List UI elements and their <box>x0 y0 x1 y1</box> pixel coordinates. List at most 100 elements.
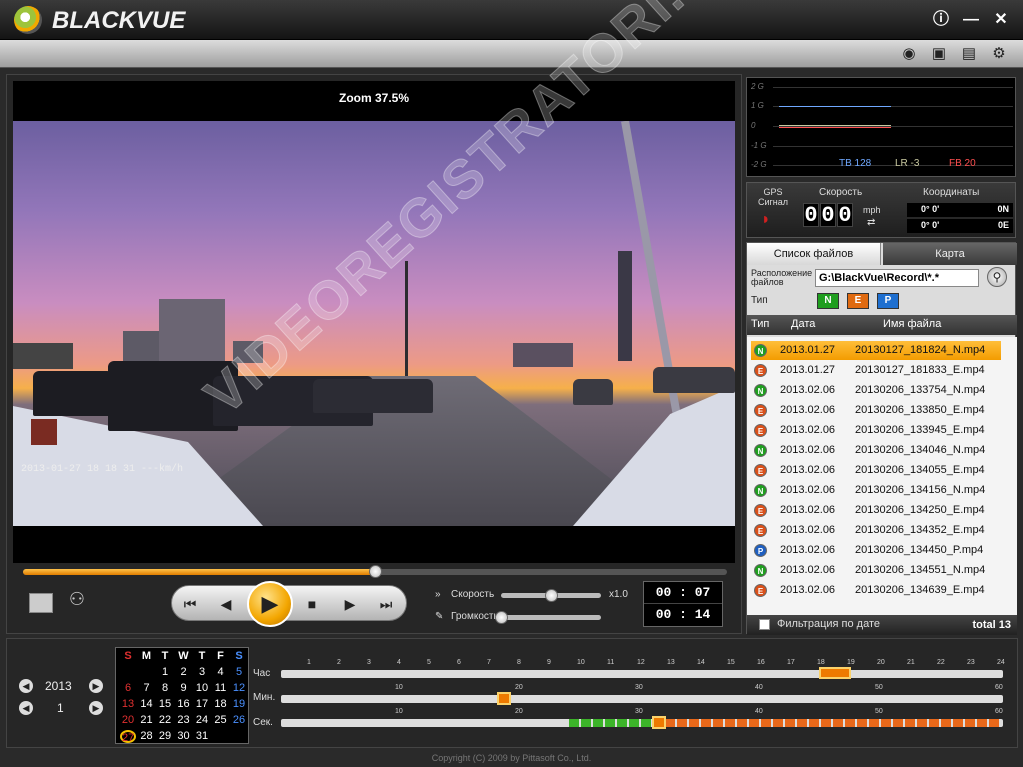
file-row[interactable]: N 2013.01.27 20130127_181824_N.mp4 <box>751 341 1001 360</box>
calendar-day[interactable]: 27 <box>120 730 136 744</box>
play-button[interactable]: ▶ <box>247 581 293 627</box>
month-prev-icon[interactable]: ◀ <box>19 701 33 715</box>
file-row[interactable]: E 2013.01.27 20130127_181833_E.mp4 <box>751 361 1001 380</box>
calendar-day[interactable]: 26 <box>231 714 247 727</box>
print-icon[interactable]: ▤ <box>958 44 980 64</box>
fullscreen-icon[interactable] <box>29 593 53 613</box>
calendar-day[interactable]: 29 <box>157 730 173 743</box>
file-row[interactable]: N 2013.02.06 20130206_134156_N.mp4 <box>751 481 1001 500</box>
calendar-day[interactable]: 23 <box>176 714 192 727</box>
calendar-day[interactable]: 18 <box>213 698 229 711</box>
calendar-day[interactable]: 9 <box>176 682 192 695</box>
info-icon[interactable]: ⓘ <box>930 9 952 31</box>
tab-map[interactable]: Карта <box>883 243 1017 265</box>
map-pin-icon[interactable]: ◉ <box>898 44 920 64</box>
speed-slider[interactable] <box>501 589 601 602</box>
header-date[interactable]: Дата <box>791 318 815 330</box>
volume-knob[interactable] <box>495 611 508 624</box>
file-row[interactable]: N 2013.02.06 20130206_134046_N.mp4 <box>751 441 1001 460</box>
calendar-day[interactable]: 19 <box>231 698 247 711</box>
step-forward-icon[interactable]: ▶ <box>340 594 360 614</box>
type-e-button[interactable]: E <box>847 293 869 309</box>
calendar-day[interactable]: 17 <box>194 698 210 711</box>
year-prev-icon[interactable]: ◀ <box>19 679 33 693</box>
minute-timeline[interactable] <box>281 692 1003 705</box>
file-row[interactable]: N 2013.02.06 20130206_134551_N.mp4 <box>751 561 1001 580</box>
calendar-day[interactable]: 21 <box>139 714 155 727</box>
second-marker[interactable] <box>652 716 666 729</box>
month-next-icon[interactable]: ▶ <box>89 701 103 715</box>
total-count: total 13 <box>972 619 1011 631</box>
calendar-day[interactable]: 7 <box>139 682 155 695</box>
file-row[interactable]: E 2013.02.06 20130206_134352_E.mp4 <box>751 521 1001 540</box>
person-icon[interactable]: ⚇ <box>65 589 89 613</box>
calendar-day[interactable]: 13 <box>120 698 136 711</box>
calendar-day[interactable]: 5 <box>231 666 247 679</box>
calendar-day[interactable]: 3 <box>194 666 210 679</box>
calendar-day[interactable]: 25 <box>213 714 229 727</box>
skip-start-icon[interactable]: ⏮ <box>180 594 200 614</box>
calendar-day[interactable]: 14 <box>139 698 155 711</box>
second-segment <box>881 719 891 727</box>
seek-knob[interactable] <box>369 565 382 578</box>
speed-value: x1.0 <box>609 589 628 600</box>
swap-icon[interactable]: ⇄ <box>867 217 875 228</box>
calendar-day[interactable]: 20 <box>120 714 136 727</box>
filter-checkbox[interactable] <box>759 619 770 630</box>
hour-timeline[interactable] <box>281 667 1003 679</box>
calendar-day[interactable]: 6 <box>120 682 136 695</box>
calendar-day[interactable]: 8 <box>157 682 173 695</box>
year-next-icon[interactable]: ▶ <box>89 679 103 693</box>
file-row[interactable]: N 2013.02.06 20130206_133754_N.mp4 <box>751 381 1001 400</box>
speed-digit: 0 <box>820 203 836 228</box>
close-icon[interactable]: ✕ <box>990 9 1012 31</box>
search-icon[interactable]: ⚲ <box>987 267 1007 287</box>
timeline-tick: 18 <box>817 659 825 666</box>
calendar-day[interactable]: 30 <box>176 730 192 743</box>
g-label: -1 G <box>751 141 767 150</box>
skip-end-icon[interactable]: ⏭ <box>376 594 396 614</box>
type-p-button[interactable]: P <box>877 293 899 309</box>
minimize-icon[interactable]: — <box>960 9 982 31</box>
timeline-tick: 50 <box>875 684 883 691</box>
calendar-day[interactable]: 10 <box>194 682 210 695</box>
file-row[interactable]: P 2013.02.06 20130206_134450_P.mp4 <box>751 541 1001 560</box>
second-timeline[interactable] <box>281 716 1003 729</box>
calendar-day[interactable]: 4 <box>213 666 229 679</box>
type-n-button[interactable]: N <box>817 293 839 309</box>
header-name[interactable]: Имя файла <box>883 318 941 330</box>
g-label: -2 G <box>751 160 767 169</box>
calendar-day[interactable]: 28 <box>139 730 155 743</box>
file-row[interactable]: E 2013.02.06 20130206_134250_E.mp4 <box>751 501 1001 520</box>
volume-slider[interactable] <box>495 611 601 624</box>
calendar-day[interactable]: 24 <box>194 714 210 727</box>
header-type[interactable]: Тип <box>751 318 769 330</box>
minute-marker[interactable] <box>497 692 511 705</box>
file-row[interactable]: E 2013.02.06 20130206_133850_E.mp4 <box>751 401 1001 420</box>
second-segment <box>497 719 507 727</box>
hour-marker[interactable] <box>819 667 851 679</box>
file-row[interactable]: E 2013.02.06 20130206_134055_E.mp4 <box>751 461 1001 480</box>
stop-icon[interactable]: ■ <box>302 594 322 614</box>
calendar-day[interactable]: 2 <box>176 666 192 679</box>
second-segment <box>785 719 795 727</box>
app-name: BLACKVUE <box>52 7 186 34</box>
calendar-day[interactable]: 15 <box>157 698 173 711</box>
file-row[interactable]: E 2013.02.06 20130206_134639_E.mp4 <box>751 581 1001 600</box>
file-name: 20130206_134551_N.mp4 <box>855 564 986 576</box>
calendar-day[interactable]: 11 <box>213 682 229 695</box>
calendar-day[interactable]: 16 <box>176 698 192 711</box>
path-input[interactable] <box>815 269 979 287</box>
calendar-day[interactable]: 1 <box>157 666 173 679</box>
gear-icon[interactable]: ⚙ <box>988 44 1010 64</box>
seek-bar[interactable] <box>23 565 727 578</box>
step-back-icon[interactable]: ◀ <box>216 594 236 614</box>
tab-file-list[interactable]: Список файлов <box>747 243 881 265</box>
file-row[interactable]: E 2013.02.06 20130206_133945_E.mp4 <box>751 421 1001 440</box>
calendar-day[interactable]: 12 <box>231 682 247 695</box>
calendar-day[interactable]: 31 <box>194 730 210 743</box>
calendar-day[interactable]: 22 <box>157 714 173 727</box>
speed-knob[interactable] <box>545 589 558 602</box>
camera-icon[interactable]: ▣ <box>928 44 950 64</box>
video-frame[interactable]: Zoom 37.5% VIDEORE <box>13 0 758 563</box>
